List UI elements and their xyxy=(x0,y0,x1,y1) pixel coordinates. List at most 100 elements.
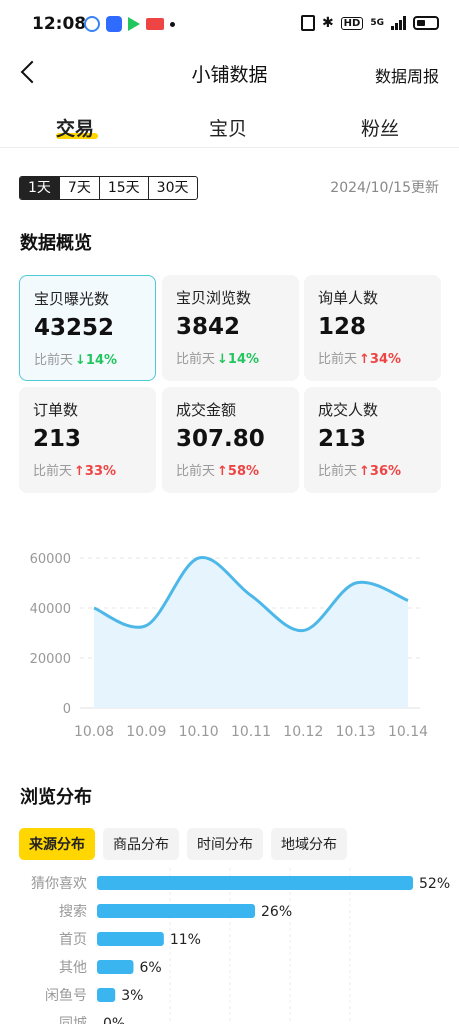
bar xyxy=(97,876,413,890)
metric-label: 成交金额 xyxy=(176,401,237,419)
nav-bar: 小铺数据 数据周报 xyxy=(0,50,459,96)
nfc-icon xyxy=(300,15,315,31)
range-30d[interactable]: 30天 xyxy=(147,177,197,199)
compare-label: 比前天 xyxy=(176,352,216,367)
metric-value: 43252 xyxy=(34,315,115,341)
metric-change: ↑33% xyxy=(74,464,117,479)
tab-items[interactable]: 宝贝 xyxy=(209,114,247,141)
bar-value-label: 11% xyxy=(170,932,201,948)
bar-value-label: 52% xyxy=(419,876,450,892)
app-notification-icon xyxy=(84,16,100,32)
category-label: 猜你喜欢 xyxy=(31,876,87,892)
metric-compare: 比前天 ↓14% xyxy=(34,349,141,368)
tab-bar: 交易 宝贝 粉丝 xyxy=(0,100,459,148)
metric-compare: 比前天 ↑58% xyxy=(176,460,285,479)
metric-change: ↑58% xyxy=(217,464,260,479)
category-label: 首页 xyxy=(59,932,87,948)
hd-icon: HD xyxy=(340,16,364,30)
status-bar: 12:08 ✱ HD 5G xyxy=(0,0,459,50)
metric-change: ↑36% xyxy=(359,464,402,479)
play-notification-icon xyxy=(128,17,140,31)
compare-label: 比前天 xyxy=(34,353,74,368)
battery-icon xyxy=(413,16,439,30)
system-icons: ✱ HD 5G xyxy=(300,15,439,31)
bar-value-label: 6% xyxy=(139,960,161,976)
x-tick-label: 10.10 xyxy=(179,724,219,740)
x-tick-label: 10.09 xyxy=(126,724,166,740)
range-1d[interactable]: 1天 xyxy=(20,177,59,199)
overview-title: 数据概览 xyxy=(20,233,92,254)
distribution-tabs: 来源分布 商品分布 时间分布 地域分布 xyxy=(19,828,347,860)
tab-fans[interactable]: 粉丝 xyxy=(361,114,399,141)
y-tick-label: 0 xyxy=(63,702,71,717)
pill-source[interactable]: 来源分布 xyxy=(19,828,95,860)
compare-label: 比前天 xyxy=(33,464,73,479)
metric-value: 213 xyxy=(33,426,82,452)
compare-label: 比前天 xyxy=(176,464,216,479)
y-tick-label: 40000 xyxy=(30,602,71,617)
bar xyxy=(97,904,255,918)
source-distribution-chart: 猜你喜欢 52% 搜索 26% 首页 11% 其他 6% 闲鱼号 3% 同城 0% xyxy=(31,868,450,1024)
metric-label: 成交人数 xyxy=(318,401,379,419)
metric-card-views[interactable]: 宝贝浏览数 3842 比前天 ↓14% xyxy=(162,275,299,381)
pill-time[interactable]: 时间分布 xyxy=(187,828,263,860)
category-label: 闲鱼号 xyxy=(45,987,87,1004)
metric-card-inquiries[interactable]: 询单人数 128 比前天 ↑34% xyxy=(304,275,441,381)
category-label: 同城 xyxy=(59,1016,87,1024)
pill-product[interactable]: 商品分布 xyxy=(103,828,179,860)
signal-icon xyxy=(391,16,406,30)
metric-value: 128 xyxy=(318,314,367,340)
bar-value-label: 3% xyxy=(121,988,143,1004)
updated-date: 2024/10/15更新 xyxy=(330,180,439,196)
compare-label: 比前天 xyxy=(318,352,358,367)
metric-value: 307.80 xyxy=(176,426,265,452)
network-type: 5G xyxy=(370,18,384,28)
metric-label: 订单数 xyxy=(33,401,79,419)
metric-change: ↓14% xyxy=(217,352,260,367)
metric-compare: 比前天 ↑33% xyxy=(33,460,142,479)
bar-value-label: 26% xyxy=(261,904,292,920)
bar xyxy=(97,932,164,946)
metric-compare: 比前天 ↑34% xyxy=(318,348,427,367)
metric-card-orders[interactable]: 订单数 213 比前天 ↑33% xyxy=(19,387,156,493)
weekly-report-link[interactable]: 数据周报 xyxy=(375,63,439,87)
x-tick-label: 10.14 xyxy=(388,724,428,740)
metric-value: 3842 xyxy=(176,314,241,340)
metric-change: ↓14% xyxy=(75,353,118,368)
tab-trade[interactable]: 交易 xyxy=(56,114,94,141)
metric-label: 宝贝浏览数 xyxy=(176,289,252,307)
category-label: 其他 xyxy=(59,960,87,976)
x-tick-label: 10.08 xyxy=(74,724,114,740)
category-label: 搜索 xyxy=(59,903,87,920)
x-tick-label: 10.12 xyxy=(283,724,323,740)
x-tick-label: 10.11 xyxy=(231,724,271,740)
bar xyxy=(97,960,134,974)
metric-card-exposure[interactable]: 宝贝曝光数 43252 比前天 ↓14% xyxy=(19,275,156,381)
metric-value: 213 xyxy=(318,426,367,452)
bar-value-label: 0% xyxy=(103,1016,125,1024)
compare-label: 比前天 xyxy=(318,464,358,479)
metric-card-gmv[interactable]: 成交金额 307.80 比前天 ↑58% xyxy=(162,387,299,493)
metric-compare: 比前天 ↓14% xyxy=(176,348,285,367)
status-time: 12:08 xyxy=(32,14,87,34)
metric-label: 宝贝曝光数 xyxy=(34,290,110,308)
x-tick-label: 10.13 xyxy=(336,724,376,740)
pill-region[interactable]: 地域分布 xyxy=(271,828,347,860)
y-tick-label: 20000 xyxy=(30,652,71,667)
more-notifications-icon xyxy=(170,21,175,27)
metric-card-buyers[interactable]: 成交人数 213 比前天 ↑36% xyxy=(304,387,441,493)
metric-label: 询单人数 xyxy=(318,289,379,307)
date-range-selector: 1天 7天 15天 30天 xyxy=(19,176,198,200)
range-7d[interactable]: 7天 xyxy=(58,177,99,199)
browse-title: 浏览分布 xyxy=(20,787,92,808)
app-notification-icon xyxy=(106,16,122,32)
bar xyxy=(97,988,116,1002)
notification-icons xyxy=(84,16,175,32)
trend-chart: 0 20000 40000 60000 10.08 10.09 10.10 10.11 10.1… xyxy=(30,552,428,740)
range-15d[interactable]: 15天 xyxy=(98,177,148,199)
metric-compare: 比前天 ↑36% xyxy=(318,460,427,479)
bluetooth-icon: ✱ xyxy=(321,15,334,31)
area-fill xyxy=(94,557,408,708)
y-tick-label: 60000 xyxy=(30,552,71,567)
metric-change: ↑34% xyxy=(359,352,402,367)
